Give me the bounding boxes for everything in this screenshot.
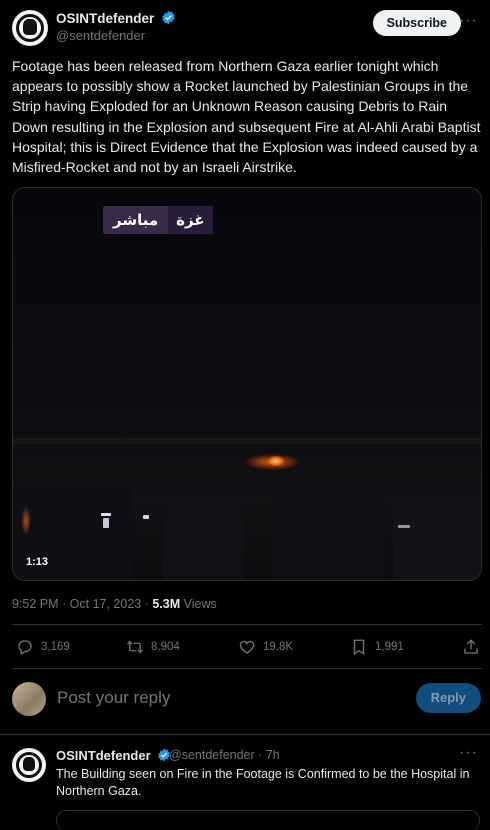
author-name[interactable]: OSINTdefender [56, 11, 154, 26]
author-avatar[interactable] [12, 10, 48, 46]
overlay-word-live: مباشر [113, 211, 159, 229]
verified-badge-icon [162, 10, 175, 25]
orange-streetlight [21, 506, 31, 536]
reply-icon [18, 640, 32, 655]
divider [12, 624, 482, 625]
reply-author-avatar[interactable] [12, 748, 46, 782]
video-horizon [13, 438, 481, 444]
bookmark-action[interactable]: 1,991 [350, 638, 404, 656]
video-overlay-label: غزة مباشر [103, 206, 213, 234]
divider [0, 734, 490, 735]
like-count: 19.8K [263, 641, 294, 653]
divider [12, 668, 482, 669]
reply-author-name-row[interactable]: OSINTdefender [56, 748, 171, 763]
like-action[interactable]: 19.8K [238, 638, 293, 656]
fire-glow-small [268, 456, 284, 466]
repost-icon [127, 640, 143, 654]
more-options-icon[interactable]: ··· [459, 744, 478, 762]
author-name-row[interactable]: OSINTdefender [56, 10, 176, 26]
bookmark-count: 1,991 [375, 641, 404, 653]
building-light [103, 518, 109, 528]
views-label: Views [180, 597, 217, 611]
tweet-meta: 9:52 PM · Oct 17, 2023 · 5.3M Views [12, 597, 217, 611]
share-action[interactable] [462, 638, 487, 656]
tweet-text: Footage has been released from Northern … [12, 58, 481, 176]
building-light [398, 525, 410, 528]
more-options-icon[interactable]: ··· [459, 12, 478, 30]
reply-author-handle-time[interactable]: @sentdefender · 7h [169, 748, 280, 762]
reply-media-card[interactable] [56, 810, 480, 830]
heart-icon [239, 640, 255, 654]
building-light [101, 513, 111, 516]
tweet-header: OSINTdefender @sentdefender Subscribe ··… [12, 8, 478, 48]
building-silhouette [393, 508, 481, 580]
reply-count: 3,169 [41, 641, 70, 653]
reply-input[interactable]: Post your reply [57, 688, 170, 708]
bookmark-icon [353, 639, 365, 656]
views-count: 5.3M [152, 597, 181, 611]
building-silhouette [273, 483, 383, 580]
reply-button[interactable]: Reply [415, 683, 481, 713]
overlay-word-gaza: غزة [168, 206, 213, 234]
tweet-actions: 3,169 8,904 19.8K 1,991 [16, 638, 482, 658]
reply-action[interactable]: 3,169 [16, 638, 70, 656]
building-silhouette [163, 498, 243, 580]
video-player[interactable]: غزة مباشر 1:13 [12, 187, 482, 581]
reply-author-name[interactable]: OSINTdefender [56, 748, 151, 763]
subscribe-button[interactable]: Subscribe [372, 10, 461, 36]
building-light [143, 515, 149, 519]
reply-tweet-text: The Building seen on Fire in the Footage… [56, 767, 470, 798]
repost-action[interactable]: 8,904 [126, 638, 180, 656]
current-user-avatar[interactable] [12, 682, 46, 716]
repost-count: 8,904 [151, 641, 180, 653]
video-duration: 1:13 [26, 556, 49, 568]
author-handle[interactable]: @sentdefender [56, 28, 145, 43]
tweet-timestamp[interactable]: 9:52 PM · Oct 17, 2023 · [12, 597, 152, 611]
share-icon [464, 639, 478, 654]
